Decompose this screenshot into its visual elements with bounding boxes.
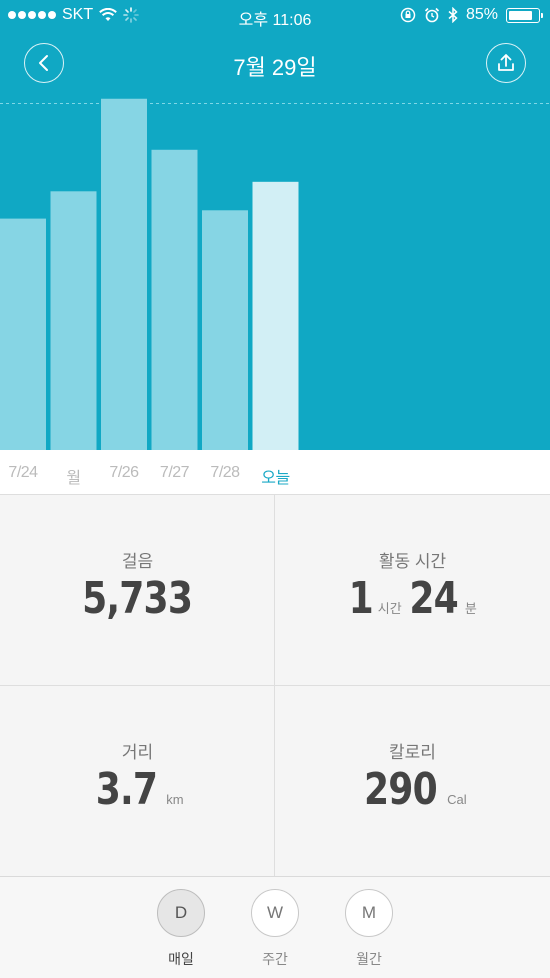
bluetooth-icon (448, 7, 458, 23)
steps-label: 걸음 (121, 552, 154, 571)
chart-date-axis: 7/24 월 7/26 7/27 7/28 오늘 (0, 450, 550, 494)
upload-icon (498, 54, 514, 71)
calories-value: 290 (364, 764, 438, 815)
steps-stat: 걸음 5,733 (0, 495, 275, 686)
active-time-value-row: 1 시간 24 분 (275, 573, 550, 624)
tab-monthly-label: 월간 (356, 951, 382, 967)
calories-label: 칼로리 (389, 743, 436, 762)
chart-tick-label-0[interactable]: 7/24 (0, 464, 48, 482)
steps-value: 5,733 (82, 573, 193, 624)
tab-daily[interactable]: D 매일 (146, 889, 216, 969)
battery-percent: 85% (465, 6, 498, 23)
distance-value-row: 3.7 km (0, 764, 275, 815)
page-title: 7월 29일 (233, 55, 317, 80)
calories-value-row: 290 Cal (275, 764, 550, 815)
distance-unit: km (166, 792, 184, 807)
calories-unit: Cal (447, 792, 467, 807)
tab-weekly-label: 주간 (262, 951, 288, 967)
chart-tick-label-1[interactable]: 월 (49, 464, 99, 488)
active-time-label: 활동 시간 (378, 552, 447, 571)
chart-bar-4[interactable] (202, 210, 248, 450)
battery-level-fill (509, 10, 532, 20)
battery-icon (506, 7, 543, 23)
chart-bar-1[interactable] (50, 191, 97, 450)
active-time-hours-unit: 시간 (377, 601, 402, 616)
rotation-lock-icon (400, 7, 416, 23)
active-time-minutes: 24 (409, 573, 458, 624)
distance-stat: 거리 3.7 km (0, 686, 275, 877)
active-time-hours: 1 (348, 573, 374, 624)
header: SKT 오후 11:06 85% 7월 29일 (0, 0, 550, 94)
steps-chart-svg (0, 98, 550, 450)
chart-tick-label-5[interactable]: 오늘 (251, 464, 301, 488)
calories-stat: 칼로리 290 Cal (275, 686, 550, 877)
chart-bar-3[interactable] (151, 149, 198, 450)
tab-daily-circle[interactable]: D (157, 889, 205, 937)
active-time-minutes-unit: 분 (464, 601, 477, 616)
chart-bar-5[interactable] (252, 181, 299, 450)
chart-bar-0[interactable] (0, 218, 46, 450)
distance-value: 3.7 (96, 764, 158, 815)
status-right: 85% (400, 6, 543, 24)
tab-weekly[interactable]: W 주간 (240, 889, 310, 969)
status-bar: SKT 오후 11:06 85% (0, 0, 550, 32)
chart-tick-label-2[interactable]: 7/26 (99, 464, 149, 482)
tab-monthly-circle[interactable]: M (345, 889, 393, 937)
stats-panel: 걸음 5,733 활동 시간 1 시간 24 분 거리 3.7 km 칼로리 290 Ca… (0, 494, 550, 877)
share-button[interactable] (486, 43, 526, 83)
distance-label: 거리 (121, 743, 154, 762)
tab-weekly-circle[interactable]: W (251, 889, 299, 937)
steps-chart[interactable] (0, 94, 550, 450)
chart-bar-2[interactable] (101, 98, 147, 450)
active-time-stat: 활동 시간 1 시간 24 분 (275, 495, 550, 686)
alarm-icon (424, 7, 440, 23)
chart-tick-label-3[interactable]: 7/27 (150, 464, 200, 482)
tab-daily-label: 매일 (168, 951, 194, 967)
chart-tick-label-4[interactable]: 7/28 (200, 464, 250, 482)
tab-monthly[interactable]: M 월간 (334, 889, 404, 969)
period-tab-bar: D 매일 W 주간 M 월간 (0, 876, 550, 978)
steps-value-row: 5,733 (0, 573, 275, 624)
